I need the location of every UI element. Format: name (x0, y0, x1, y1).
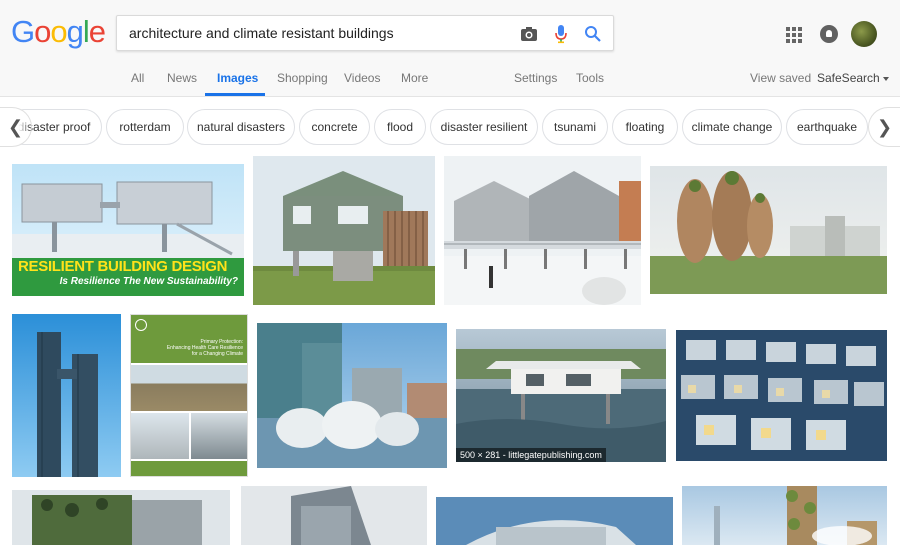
chip-concrete[interactable]: concrete (299, 109, 370, 145)
report-photo-building (191, 413, 247, 459)
notifications-icon[interactable] (820, 25, 838, 43)
image-result-green-building[interactable] (12, 490, 230, 545)
image-result-health-report[interactable]: Primary Protection: Enhancing Health Car… (130, 314, 248, 477)
image-result-resilient-building[interactable]: RESILIENT BUILDING DESIGN Is Resilience … (12, 164, 244, 296)
active-tab-indicator (205, 93, 265, 96)
chip-label: disaster resilient (440, 120, 528, 134)
floating-domes-image (257, 323, 447, 468)
report-footer (131, 461, 247, 476)
chip-label: earthquake (796, 120, 858, 134)
tree-tower-image (714, 486, 877, 545)
chip-natural-disasters[interactable]: natural disasters (187, 109, 295, 145)
microphone-icon[interactable] (551, 24, 571, 44)
floating-homes-image (676, 330, 887, 461)
image-result-white-houses[interactable] (444, 156, 641, 305)
stilt-house-image (456, 349, 666, 462)
chip-rotterdam[interactable]: rotterdam (106, 109, 184, 145)
tab-all[interactable]: All (131, 71, 144, 85)
search-box (116, 15, 614, 51)
chip-flood[interactable]: flood (374, 109, 426, 145)
chip-label: climate change (691, 120, 773, 134)
chevron-left-icon: ❮ (7, 116, 24, 137)
image-result-wood-towers[interactable] (650, 166, 887, 294)
image-result-raised-house[interactable] (253, 156, 435, 305)
logo-letter-o1: o (34, 14, 51, 49)
image-result-tall-towers[interactable] (12, 314, 121, 477)
image-result-floating-homes[interactable] (676, 330, 887, 461)
google-logo[interactable]: Google (11, 14, 106, 50)
view-saved-link[interactable]: View saved (750, 71, 811, 85)
chevron-right-icon: ❯ (876, 116, 893, 137)
tall-towers-image (37, 332, 98, 477)
banner-subtitle: Is Resilience The New Sustainability? (59, 276, 238, 287)
search-icon[interactable] (583, 24, 603, 44)
chip-label: flood (386, 120, 414, 134)
chip-tsunami[interactable]: tsunami (542, 109, 608, 145)
tools-link[interactable]: Tools (576, 71, 604, 85)
scroll-right-button[interactable]: ❯ (868, 107, 900, 147)
green-building-image (12, 490, 230, 545)
report-header: Primary Protection: Enhancing Health Car… (131, 315, 247, 363)
tab-images[interactable]: Images (217, 71, 258, 85)
chip-label: natural disasters (196, 120, 286, 134)
image-result-floating-domes[interactable] (257, 323, 447, 468)
image-size-caption: 500 × 281 - littlegatepublishing.com (456, 448, 606, 462)
logo-letter-g: G (11, 14, 35, 49)
top-header: Google All News Images Shopping Videos M… (0, 0, 900, 97)
glass-building-image (291, 486, 371, 545)
chip-climate-change[interactable]: climate change (682, 109, 782, 145)
curved-roof-image (466, 520, 636, 545)
report-photo-flood (131, 365, 247, 411)
chip-label: floating (625, 120, 665, 134)
report-title-line3: for a Changing Climate (191, 351, 243, 357)
search-input[interactable] (129, 16, 509, 50)
image-result-tree-tower[interactable] (682, 486, 887, 545)
image-result-glass-building[interactable] (241, 486, 427, 545)
settings-link[interactable]: Settings (514, 71, 557, 85)
tab-more[interactable]: More (401, 71, 428, 85)
related-searches-chips: disaster proof rotterdam natural disaste… (0, 97, 900, 157)
chevron-down-icon (882, 76, 889, 81)
logo-letter-o2: o (50, 14, 67, 49)
camera-icon[interactable] (519, 24, 539, 44)
tab-news[interactable]: News (167, 71, 197, 85)
report-logo-icon (135, 319, 147, 331)
wood-towers-image (650, 171, 887, 294)
banner-title: RESILIENT BUILDING DESIGN (18, 258, 228, 275)
safesearch-dropdown[interactable]: SafeSearch (817, 71, 889, 85)
tab-shopping[interactable]: Shopping (277, 71, 328, 85)
raised-house-image (253, 171, 435, 305)
apps-grid-icon[interactable] (786, 27, 802, 43)
chip-label: tsunami (553, 120, 597, 134)
chip-floating[interactable]: floating (612, 109, 678, 145)
white-houses-image (444, 171, 641, 305)
logo-letter-g2: g (66, 14, 84, 49)
logo-letter-e: e (88, 14, 106, 49)
image-result-stilt-house[interactable]: 500 × 281 - littlegatepublishing.com (456, 329, 666, 462)
tab-videos[interactable]: Videos (344, 71, 380, 85)
safesearch-label: SafeSearch (817, 71, 880, 85)
chip-earthquake[interactable]: earthquake (786, 109, 868, 145)
chip-disaster-resilient[interactable]: disaster resilient (430, 109, 538, 145)
avatar[interactable] (851, 21, 877, 47)
report-photo-city (131, 413, 189, 459)
chip-label: concrete (311, 120, 358, 134)
chip-label: rotterdam (119, 120, 171, 134)
image-result-curved-roof[interactable] (436, 497, 673, 545)
